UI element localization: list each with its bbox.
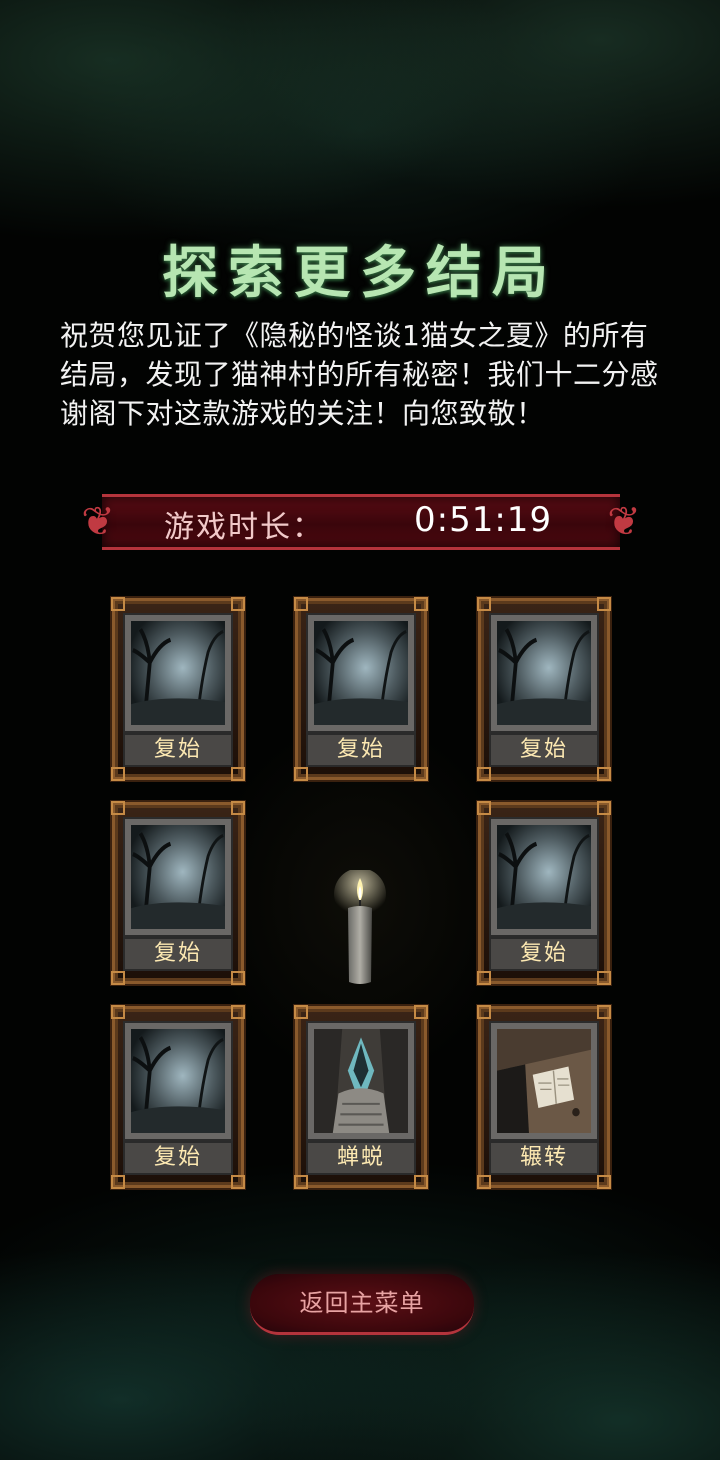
page-title: 探索更多结局 (162, 240, 558, 306)
ending-label: 复始 (123, 733, 233, 767)
corner-ornament (414, 1005, 428, 1019)
forest-scene-icon (314, 621, 408, 725)
corner-ornament (414, 597, 428, 611)
ending-label: 复始 (489, 937, 599, 971)
corner-ornament (597, 597, 611, 611)
corner-ornament (414, 1175, 428, 1189)
ending-art-frame (489, 817, 599, 937)
corner-ornament (597, 1005, 611, 1019)
corner-ornament (294, 1005, 308, 1019)
corner-ornament (294, 767, 308, 781)
ending-card-3[interactable]: 复始 (477, 597, 611, 781)
corner-ornament (111, 1005, 125, 1019)
ending-art-frame (489, 1021, 599, 1141)
forest-scene-icon (497, 621, 591, 725)
ornament-left-icon: ❦ (81, 499, 115, 545)
corner-ornament (597, 767, 611, 781)
back-to-menu-button[interactable]: 返回主菜单 (250, 1274, 474, 1335)
corner-ornament (111, 801, 125, 815)
corner-ornament (477, 801, 491, 815)
playtime-label: 游戏时长： (164, 510, 324, 545)
corner-ornament (111, 971, 125, 985)
corner-ornament (231, 767, 245, 781)
ending-card-5[interactable]: 复始 (477, 801, 611, 985)
ending-label: 复始 (123, 937, 233, 971)
ending-card-6[interactable]: 复始 (111, 1005, 245, 1189)
ending-card-2[interactable]: 复始 (294, 597, 428, 781)
corner-ornament (414, 767, 428, 781)
corner-ornament (231, 597, 245, 611)
corner-ornament (231, 801, 245, 815)
ending-art-frame (123, 1021, 233, 1141)
corner-ornament (111, 767, 125, 781)
ending-card-7[interactable]: 蝉蜕 (294, 1005, 428, 1189)
candle-icon (334, 870, 386, 984)
corner-ornament (477, 767, 491, 781)
corner-ornament (294, 597, 308, 611)
corner-ornament (597, 801, 611, 815)
corner-ornament (477, 1005, 491, 1019)
ending-art-frame (489, 613, 599, 733)
corner-ornament (477, 971, 491, 985)
ornament-right-icon: ❦ (607, 499, 641, 545)
corner-ornament (477, 597, 491, 611)
forest-scene-icon (131, 825, 225, 929)
corner-ornament (231, 1175, 245, 1189)
playtime-value: 0:51:19 (414, 500, 553, 540)
ending-card-4[interactable]: 复始 (111, 801, 245, 985)
congratulation-text: 祝贺您见证了《隐秘的怪谈1猫女之夏》的所有结局，发现了猫神村的所有秘密！我们十二… (60, 319, 659, 430)
corner-ornament (294, 1175, 308, 1189)
shrine-scene-icon (314, 1029, 408, 1133)
ending-art-frame (306, 1021, 416, 1141)
ending-label: 辗转 (489, 1141, 599, 1175)
ending-art-frame (306, 613, 416, 733)
forest-scene-icon (131, 1029, 225, 1133)
ending-label: 复始 (489, 733, 599, 767)
corner-ornament (597, 971, 611, 985)
corner-ornament (231, 1005, 245, 1019)
ending-art-frame (123, 817, 233, 937)
ending-card-1[interactable]: 复始 (111, 597, 245, 781)
desk-scene-icon (497, 1029, 591, 1133)
playtime-banner: ❦ ❦ 游戏时长： 0:51:19 (74, 490, 648, 554)
forest-scene-icon (131, 621, 225, 725)
corner-ornament (231, 971, 245, 985)
forest-scene-icon (497, 825, 591, 929)
ending-art-frame (123, 613, 233, 733)
ending-label: 复始 (306, 733, 416, 767)
corner-ornament (597, 1175, 611, 1189)
ending-card-8[interactable]: 辗转 (477, 1005, 611, 1189)
ending-label: 复始 (123, 1141, 233, 1175)
corner-ornament (477, 1175, 491, 1189)
ending-label: 蝉蜕 (306, 1141, 416, 1175)
corner-ornament (111, 597, 125, 611)
corner-ornament (111, 1175, 125, 1189)
